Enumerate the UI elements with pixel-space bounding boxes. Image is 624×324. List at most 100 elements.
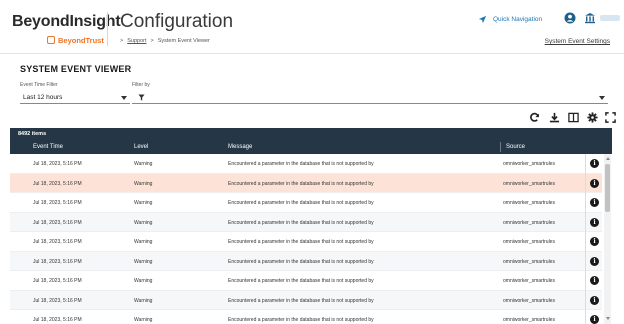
row-divider [585, 251, 586, 271]
level-cell: Warning [134, 278, 153, 284]
product-logo[interactable]: BeyondInsight [12, 13, 121, 31]
row-divider [585, 290, 586, 310]
source-cell: omniworker_smartrules [503, 278, 555, 284]
event-time-cell: Jul 18, 2023, 5:16 PM [33, 180, 82, 187]
info-icon[interactable]: i [590, 237, 599, 246]
table-row[interactable]: Jul 18, 2023, 5:16 PM Warning Encountere… [10, 310, 602, 324]
organization-name-redacted[interactable] [600, 15, 620, 21]
organization-icon[interactable] [584, 12, 596, 24]
message-cell: Encountered a parameter in the database … [228, 200, 374, 206]
row-divider [585, 232, 586, 252]
table-row[interactable]: Jul 18, 2023, 5:16 PM Warning Encountere… [10, 232, 602, 252]
filter-icon [138, 94, 145, 101]
info-icon[interactable]: i [590, 315, 599, 324]
column-divider[interactable] [500, 142, 501, 152]
event-time-filter-label: Event Time Filter [20, 82, 58, 88]
columns-icon[interactable] [568, 112, 579, 123]
filter-by-label: Filter by [132, 82, 150, 88]
settings-icon[interactable] [587, 112, 598, 123]
chevron-down-icon [121, 96, 127, 100]
message-cell: Encountered a parameter in the database … [228, 239, 374, 245]
source-cell: omniworker_smartrules [503, 219, 555, 226]
event-time-cell: Jul 18, 2023, 5:16 PM [33, 239, 82, 245]
filter-by-select[interactable] [132, 92, 608, 104]
level-cell: Warning [134, 219, 153, 226]
message-cell: Encountered a parameter in the database … [228, 278, 374, 284]
grid-scrollbar[interactable] [604, 154, 611, 324]
beyondtrust-logo-icon [47, 36, 55, 44]
source-cell: omniworker_smartrules [503, 297, 555, 304]
user-account-icon[interactable] [564, 12, 576, 24]
info-icon[interactable]: i [590, 198, 599, 207]
source-cell: omniworker_smartrules [503, 258, 555, 265]
column-header-level[interactable]: Level [134, 144, 148, 150]
row-divider [585, 193, 586, 213]
info-icon[interactable]: i [590, 276, 599, 285]
level-cell: Warning [134, 317, 153, 323]
vendor-logo: BeyondTrust [47, 35, 104, 45]
panel-title: SYSTEM EVENT VIEWER [20, 64, 132, 74]
info-icon[interactable]: i [590, 159, 599, 168]
table-row[interactable]: Jul 18, 2023, 5:16 PM Warning Encountere… [10, 212, 602, 232]
info-icon[interactable]: i [590, 178, 599, 188]
row-divider [585, 310, 586, 324]
download-icon[interactable] [549, 112, 560, 123]
info-icon[interactable]: i [590, 295, 599, 305]
message-cell: Encountered a parameter in the database … [228, 317, 374, 323]
event-time-cell: Jul 18, 2023, 5:16 PM [33, 297, 82, 304]
scrollbar-thumb[interactable] [605, 164, 610, 212]
grid-header: 8492 items Event Time Level Message Sour… [10, 128, 612, 154]
event-time-filter-select[interactable]: Last 12 hours [20, 92, 130, 104]
source-cell: omniworker_smartrules [503, 317, 555, 323]
table-row[interactable]: Jul 18, 2023, 5:16 PM Warning Encountere… [10, 154, 602, 174]
message-cell: Encountered a parameter in the database … [228, 297, 374, 304]
event-time-cell: Jul 18, 2023, 5:16 PM [33, 219, 82, 226]
row-divider [585, 173, 586, 193]
scroll-down-arrow-icon[interactable] [605, 317, 610, 320]
breadcrumb-support-link[interactable]: Support [127, 38, 146, 44]
level-cell: Warning [134, 297, 153, 304]
breadcrumb-separator: > [120, 38, 124, 44]
event-time-cell: Jul 18, 2023, 5:16 PM [33, 278, 82, 284]
event-time-cell: Jul 18, 2023, 5:16 PM [33, 317, 82, 323]
source-cell: omniworker_smartrules [503, 239, 555, 245]
navigation-arrow-icon [478, 15, 487, 24]
header-divider [107, 12, 108, 46]
event-time-cell: Jul 18, 2023, 5:16 PM [33, 161, 82, 167]
table-row[interactable]: Jul 18, 2023, 5:16 PM Warning Encountere… [10, 173, 602, 193]
vendor-name: BeyondTrust [58, 35, 104, 45]
item-count: 8492 items [18, 131, 47, 137]
table-row[interactable]: Jul 18, 2023, 5:16 PM Warning Encountere… [10, 271, 602, 291]
message-cell: Encountered a parameter in the database … [228, 161, 374, 167]
event-grid-body: Jul 18, 2023, 5:16 PM Warning Encountere… [10, 154, 602, 324]
source-cell: omniworker_smartrules [503, 180, 555, 187]
system-event-settings-link[interactable]: System Event Settings [545, 38, 610, 45]
info-icon[interactable]: i [590, 217, 599, 227]
column-header-source[interactable]: Source [506, 144, 525, 150]
fullscreen-icon[interactable] [605, 112, 616, 123]
breadcrumb-separator: > [150, 38, 154, 44]
top-header: BeyondInsight BeyondTrust Configuration … [0, 0, 624, 54]
event-time-cell: Jul 18, 2023, 5:16 PM [33, 200, 82, 206]
column-header-event-time[interactable]: Event Time [33, 144, 63, 150]
table-row[interactable]: Jul 18, 2023, 5:16 PM Warning Encountere… [10, 290, 602, 310]
refresh-icon[interactable] [529, 112, 540, 123]
breadcrumb: > Support > System Event Viewer [120, 38, 210, 44]
table-row[interactable]: Jul 18, 2023, 5:16 PM Warning Encountere… [10, 251, 602, 271]
source-cell: omniworker_smartrules [503, 200, 555, 206]
level-cell: Warning [134, 161, 153, 167]
info-icon[interactable]: i [590, 256, 599, 266]
message-cell: Encountered a parameter in the database … [228, 258, 374, 265]
scroll-up-arrow-icon[interactable] [605, 157, 610, 160]
row-divider [585, 271, 586, 291]
page-title: Configuration [120, 11, 234, 32]
level-cell: Warning [134, 239, 153, 245]
column-header-message[interactable]: Message [228, 144, 252, 150]
event-time-cell: Jul 18, 2023, 5:16 PM [33, 258, 82, 265]
breadcrumb-current: System Event Viewer [157, 38, 210, 44]
table-row[interactable]: Jul 18, 2023, 5:16 PM Warning Encountere… [10, 193, 602, 213]
row-divider [585, 212, 586, 232]
event-time-filter-value: Last 12 hours [23, 94, 63, 101]
source-cell: omniworker_smartrules [503, 161, 555, 167]
quick-navigation-button[interactable]: Quick Navigation [478, 15, 542, 24]
